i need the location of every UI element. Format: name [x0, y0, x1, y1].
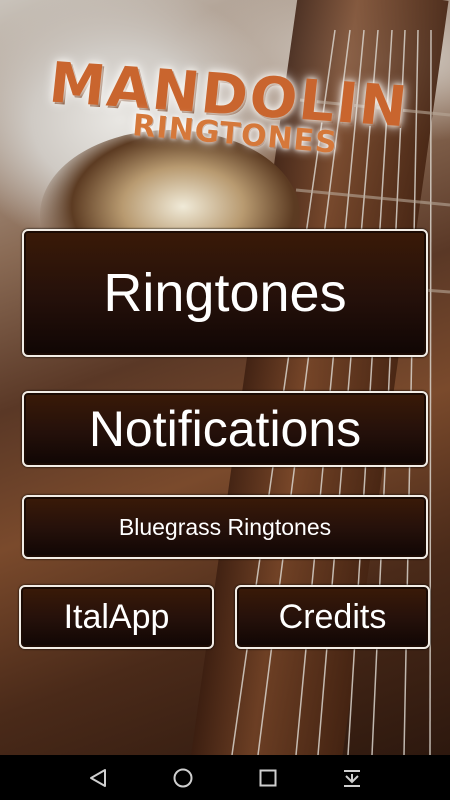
back-button[interactable] — [68, 755, 128, 800]
notifications-button[interactable]: Notifications — [22, 391, 428, 467]
recents-button[interactable] — [238, 755, 298, 800]
hide-keyboard-button[interactable] — [322, 755, 382, 800]
back-triangle-icon — [90, 768, 106, 787]
bluegrass-ringtones-button[interactable]: Bluegrass Ringtones — [22, 495, 428, 559]
app-logo: MANDOLIN RINGTONES — [0, 51, 450, 165]
home-button[interactable] — [153, 755, 213, 800]
hide-keyboard-icon — [344, 769, 360, 787]
recents-square-icon — [259, 769, 277, 786]
credits-button[interactable]: Credits — [235, 585, 430, 649]
ringtones-button[interactable]: Ringtones — [22, 229, 428, 357]
system-navigation-bar — [0, 755, 450, 800]
home-circle-icon — [173, 768, 193, 787]
italapp-button[interactable]: ItalApp — [19, 585, 214, 649]
